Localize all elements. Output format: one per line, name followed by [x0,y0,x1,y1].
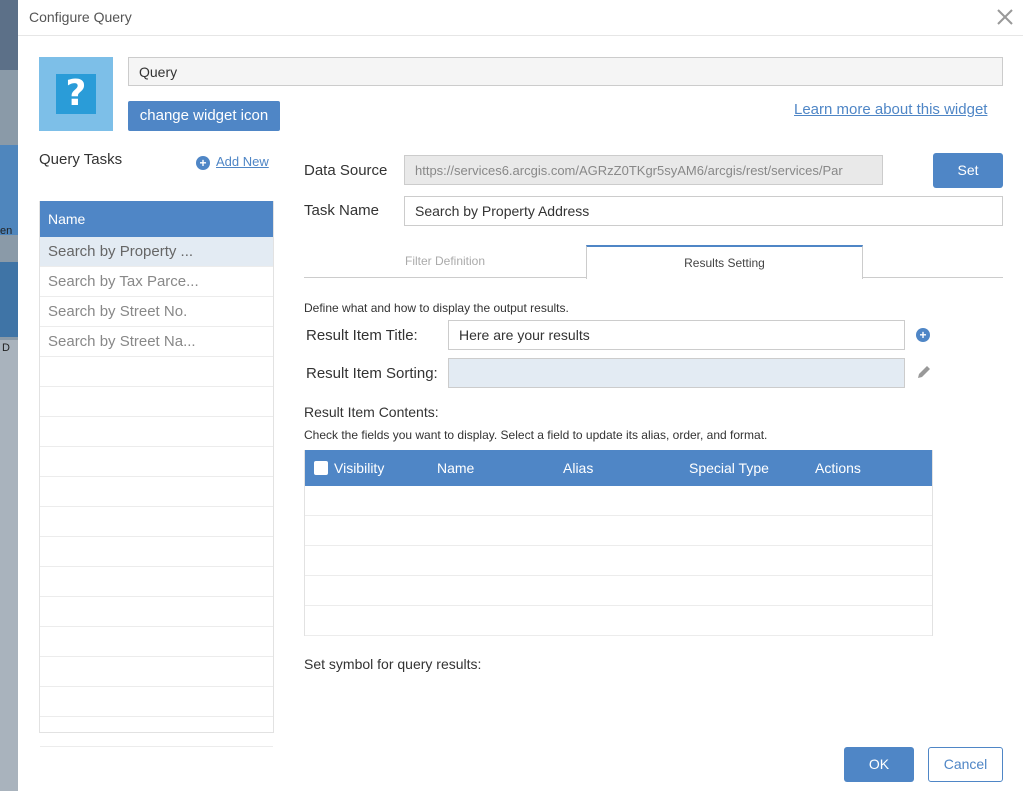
result-item-contents-label: Result Item Contents: [304,404,439,420]
add-new-label: Add New [216,154,269,169]
ok-button[interactable]: OK [844,747,914,782]
task-name-input[interactable]: Search by Property Address [404,196,1003,226]
task-list-item[interactable]: Search by Property ... [40,237,273,267]
empty-row [40,387,273,417]
data-source-input[interactable]: https://services6.arcgis.com/AGRzZ0TKgr5… [404,155,883,185]
data-source-label: Data Source [304,162,388,179]
pencil-icon[interactable] [916,364,932,380]
empty-row [40,597,273,627]
plus-circle-icon: + [196,156,210,170]
column-name: Name [437,460,475,476]
result-item-title-input[interactable]: Here are your results [448,320,905,350]
column-special-type: Special Type [689,460,769,476]
learn-more-link[interactable]: Learn more about this widget [794,101,987,118]
query-tasks-label: Query Tasks [39,151,123,168]
change-widget-icon-button[interactable]: change widget icon [128,101,280,131]
empty-row [40,447,273,477]
visibility-checkbox[interactable] [314,461,328,475]
column-actions: Actions [815,460,861,476]
background-text: D [2,342,10,354]
table-row [305,516,932,546]
empty-row [40,717,273,747]
add-field-icon[interactable]: + [916,328,930,342]
empty-row [40,357,273,387]
result-item-sorting-label: Result Item Sorting: [306,365,438,382]
task-list-item[interactable]: Search by Street No. [40,297,273,327]
dialog-title: Configure Query [29,9,132,25]
dialog-title-bar: Configure Query [18,0,1023,36]
table-row [305,546,932,576]
close-icon[interactable] [995,7,1015,27]
question-mark-icon: ? [56,74,96,114]
cancel-button[interactable]: Cancel [928,747,1003,782]
results-description: Define what and how to display the outpu… [304,301,569,315]
tab-results-setting[interactable]: Results Setting [586,245,863,279]
background-panel [0,340,18,791]
table-row [305,606,932,636]
background-panel [0,145,18,235]
empty-row [40,657,273,687]
empty-row [40,627,273,657]
background-app-strip: en D [0,0,18,791]
task-name-label: Task Name [304,202,380,219]
fields-table: Visibility Name Alias Special Type Actio… [304,450,933,636]
tasks-column-header: Name [40,201,273,237]
empty-row [40,687,273,717]
query-tasks-table: Name Search by Property ... Search by Ta… [39,201,274,747]
set-symbol-label: Set symbol for query results: [304,656,482,672]
tab-filter-definition[interactable]: Filter Definition [304,245,586,277]
empty-row [40,417,273,447]
empty-row [40,567,273,597]
set-button[interactable]: Set [933,153,1003,188]
task-list-item[interactable]: Search by Tax Parce... [40,267,273,297]
widget-name-input[interactable]: Query [128,57,1003,86]
fields-table-header: Visibility Name Alias Special Type Actio… [305,450,932,486]
column-alias: Alias [563,460,594,476]
background-text: en [0,225,13,237]
add-new-task-button[interactable]: + Add New [196,154,269,170]
empty-row [40,477,273,507]
background-panel [0,262,18,337]
empty-row [40,537,273,567]
empty-row [40,507,273,537]
background-panel [0,0,18,70]
widget-icon-preview: ? [39,57,113,131]
configure-query-dialog: Configure Query ? Query change widget ic… [18,0,1033,791]
table-row [305,576,932,606]
task-list-item[interactable]: Search by Street Na... [40,327,273,357]
result-item-title-label: Result Item Title: [306,327,418,344]
column-visibility: Visibility [334,460,385,476]
result-item-sorting-input[interactable] [448,358,905,388]
table-row [305,486,932,516]
check-fields-text: Check the fields you want to display. Se… [304,428,768,442]
